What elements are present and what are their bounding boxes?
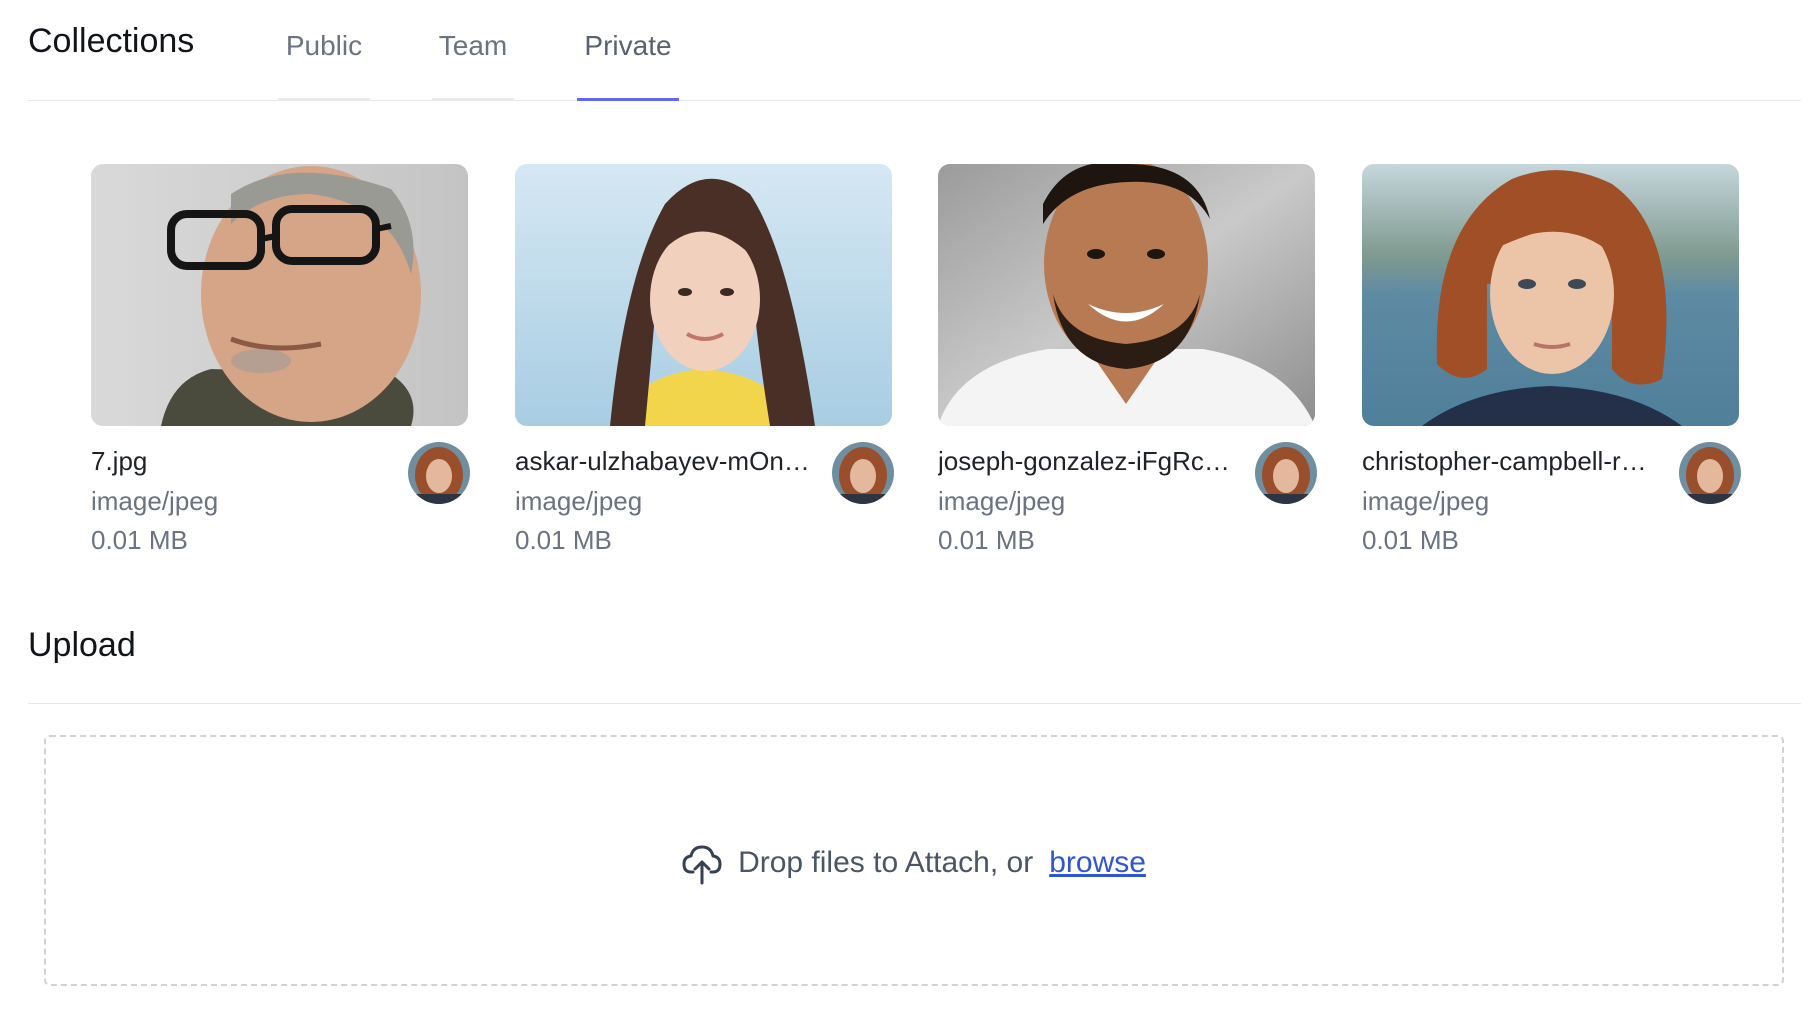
tab-private[interactable]: Private <box>577 30 679 101</box>
dropzone-content: Drop files to Attach, or browse <box>46 841 1782 885</box>
file-card: joseph-gonzalez-iFgRc… image/jpeg 0.01 M… <box>938 164 1317 564</box>
file-card: christopher-campbell-r… image/jpeg 0.01 … <box>1362 164 1741 564</box>
file-size: 0.01 MB <box>515 525 612 555</box>
owner-avatar[interactable] <box>832 442 894 504</box>
file-type: image/jpeg <box>91 486 219 516</box>
browse-link[interactable]: browse <box>1049 846 1146 880</box>
file-card: 7.jpg image/jpeg 0.01 MB <box>91 164 470 564</box>
dropzone-prompt: Drop files to Attach, or <box>738 846 1034 879</box>
file-size: 0.01 MB <box>1362 525 1459 555</box>
file-thumbnail[interactable] <box>938 164 1315 426</box>
upload-dropzone[interactable]: Drop files to Attach, or browse <box>44 735 1784 986</box>
file-thumbnail[interactable] <box>515 164 892 426</box>
file-card: askar-ulzhabayev-mOn… image/jpeg 0.01 MB <box>515 164 894 564</box>
file-type: image/jpeg <box>1362 486 1490 516</box>
file-name: 7.jpg <box>91 446 148 476</box>
file-type: image/jpeg <box>515 486 643 516</box>
owner-avatar[interactable] <box>1255 442 1317 504</box>
file-thumbnail[interactable] <box>91 164 468 426</box>
file-name: joseph-gonzalez-iFgRc… <box>938 446 1230 476</box>
collections-header: Collections Public Team Private <box>28 0 1801 101</box>
file-name: askar-ulzhabayev-mOn… <box>515 446 810 476</box>
owner-avatar[interactable] <box>408 442 470 504</box>
owner-avatar[interactable] <box>1679 442 1741 504</box>
file-type: image/jpeg <box>938 486 1066 516</box>
cloud-upload-icon <box>682 841 722 885</box>
upload-title: Upload <box>28 626 136 664</box>
tab-public[interactable]: Public <box>278 30 370 101</box>
file-size: 0.01 MB <box>91 525 188 555</box>
file-size: 0.01 MB <box>938 525 1035 555</box>
file-thumbnail[interactable] <box>1362 164 1739 426</box>
tab-team[interactable]: Team <box>432 30 514 101</box>
file-name: christopher-campbell-r… <box>1362 446 1647 476</box>
page-title: Collections <box>28 22 195 60</box>
divider <box>28 703 1801 704</box>
